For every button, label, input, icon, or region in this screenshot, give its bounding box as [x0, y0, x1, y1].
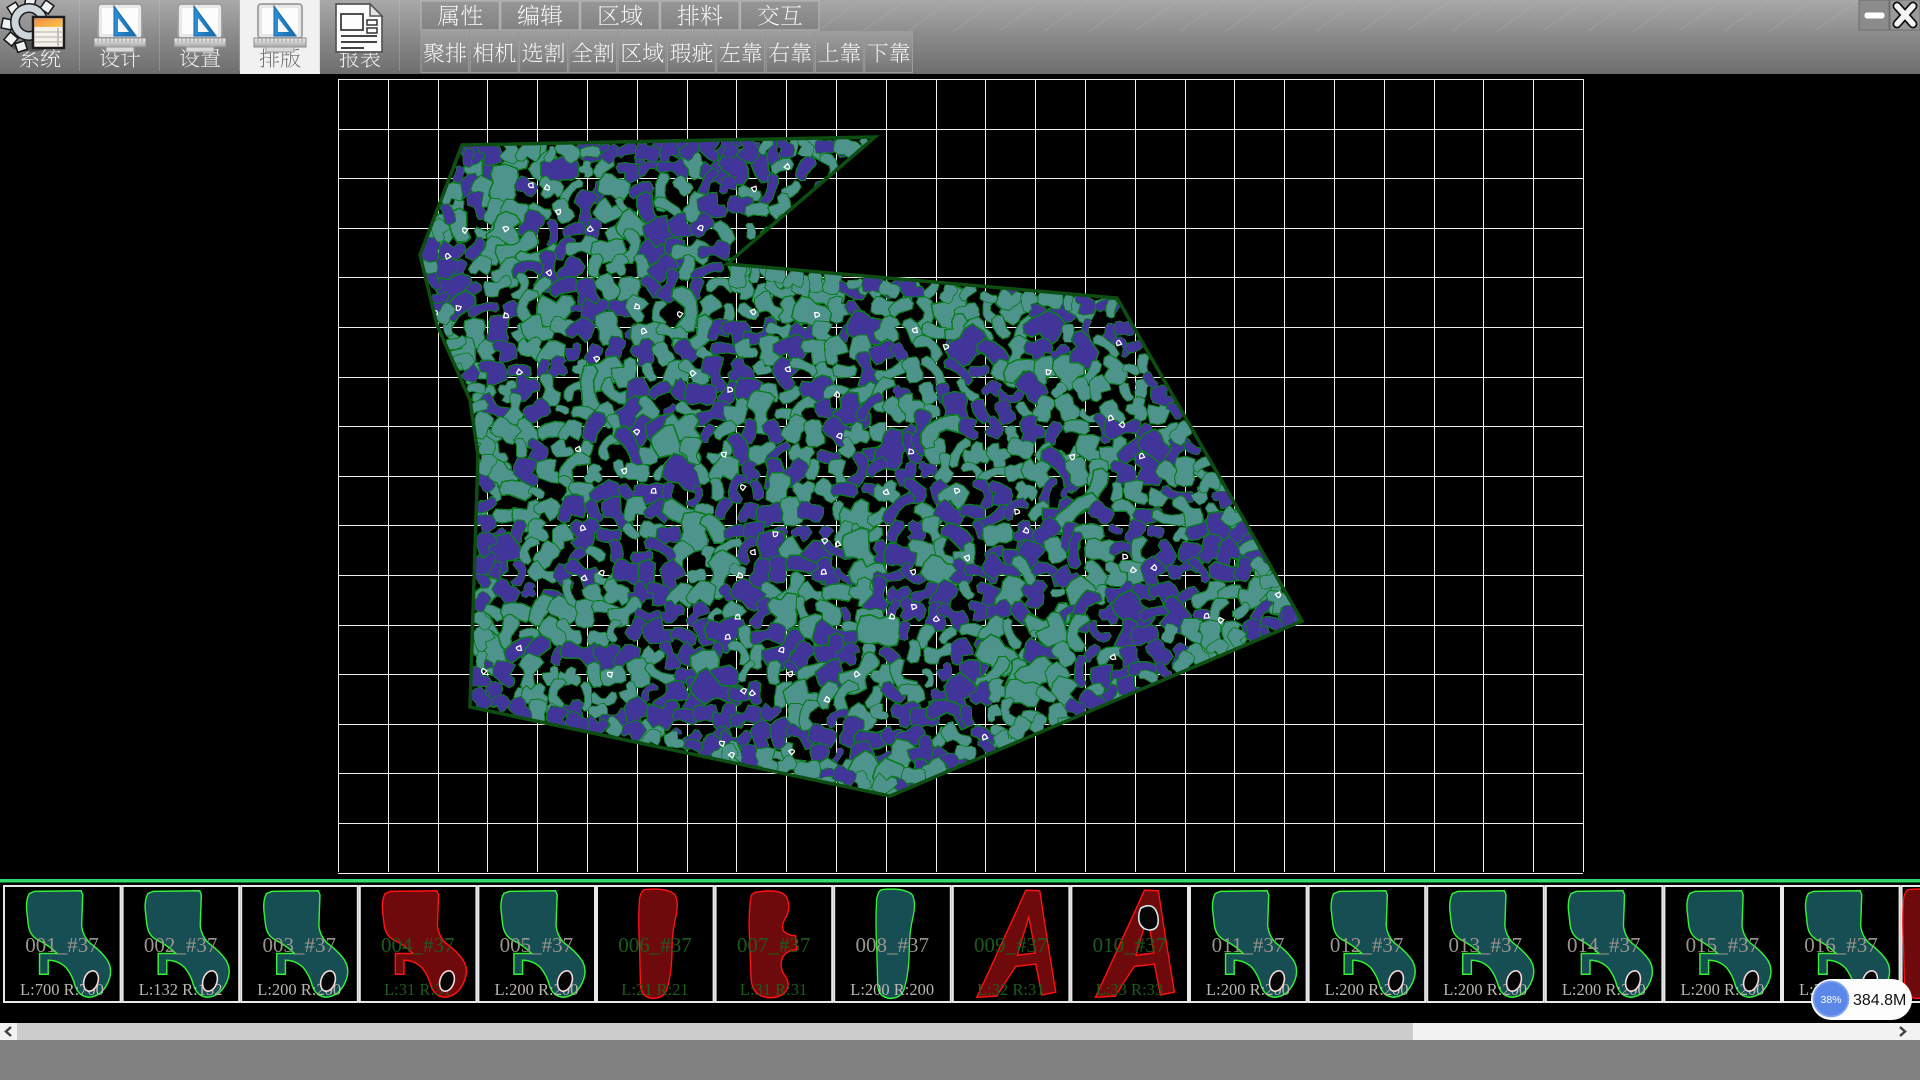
svg-text:L:33 R:33: L:33 R:33: [1096, 980, 1163, 999]
svg-text:008_#37: 008_#37: [855, 933, 929, 957]
svg-text:005_#37: 005_#37: [500, 933, 574, 957]
svg-text:016_#37: 016_#37: [1804, 933, 1878, 957]
svg-text:010_#37: 010_#37: [1093, 933, 1167, 957]
svg-text:L:32 R:31: L:32 R:31: [977, 980, 1044, 999]
svg-text:009_#37: 009_#37: [974, 933, 1048, 957]
svg-text:384.8M: 384.8M: [1853, 992, 1906, 1009]
svg-text:004_#37: 004_#37: [381, 933, 455, 957]
svg-text:012_#37: 012_#37: [1330, 933, 1404, 957]
svg-text:006_#37: 006_#37: [618, 933, 692, 957]
svg-text:38%: 38%: [1820, 994, 1841, 1006]
svg-text:013_#37: 013_#37: [1448, 933, 1522, 957]
svg-text:L:31 R:31: L:31 R:31: [740, 980, 807, 999]
svg-text:L:200 R:200: L:200 R:200: [850, 980, 934, 999]
svg-text:007_#37: 007_#37: [737, 933, 811, 957]
svg-text:003_#37: 003_#37: [262, 933, 336, 957]
svg-text:002_#37: 002_#37: [144, 933, 218, 957]
svg-text:L:21 R:21: L:21 R:21: [621, 980, 688, 999]
svg-text:015_#37: 015_#37: [1686, 933, 1760, 957]
svg-text:001_#37: 001_#37: [25, 933, 99, 957]
svg-text:011_#37: 011_#37: [1212, 933, 1285, 957]
svg-text:014_#37: 014_#37: [1567, 933, 1641, 957]
